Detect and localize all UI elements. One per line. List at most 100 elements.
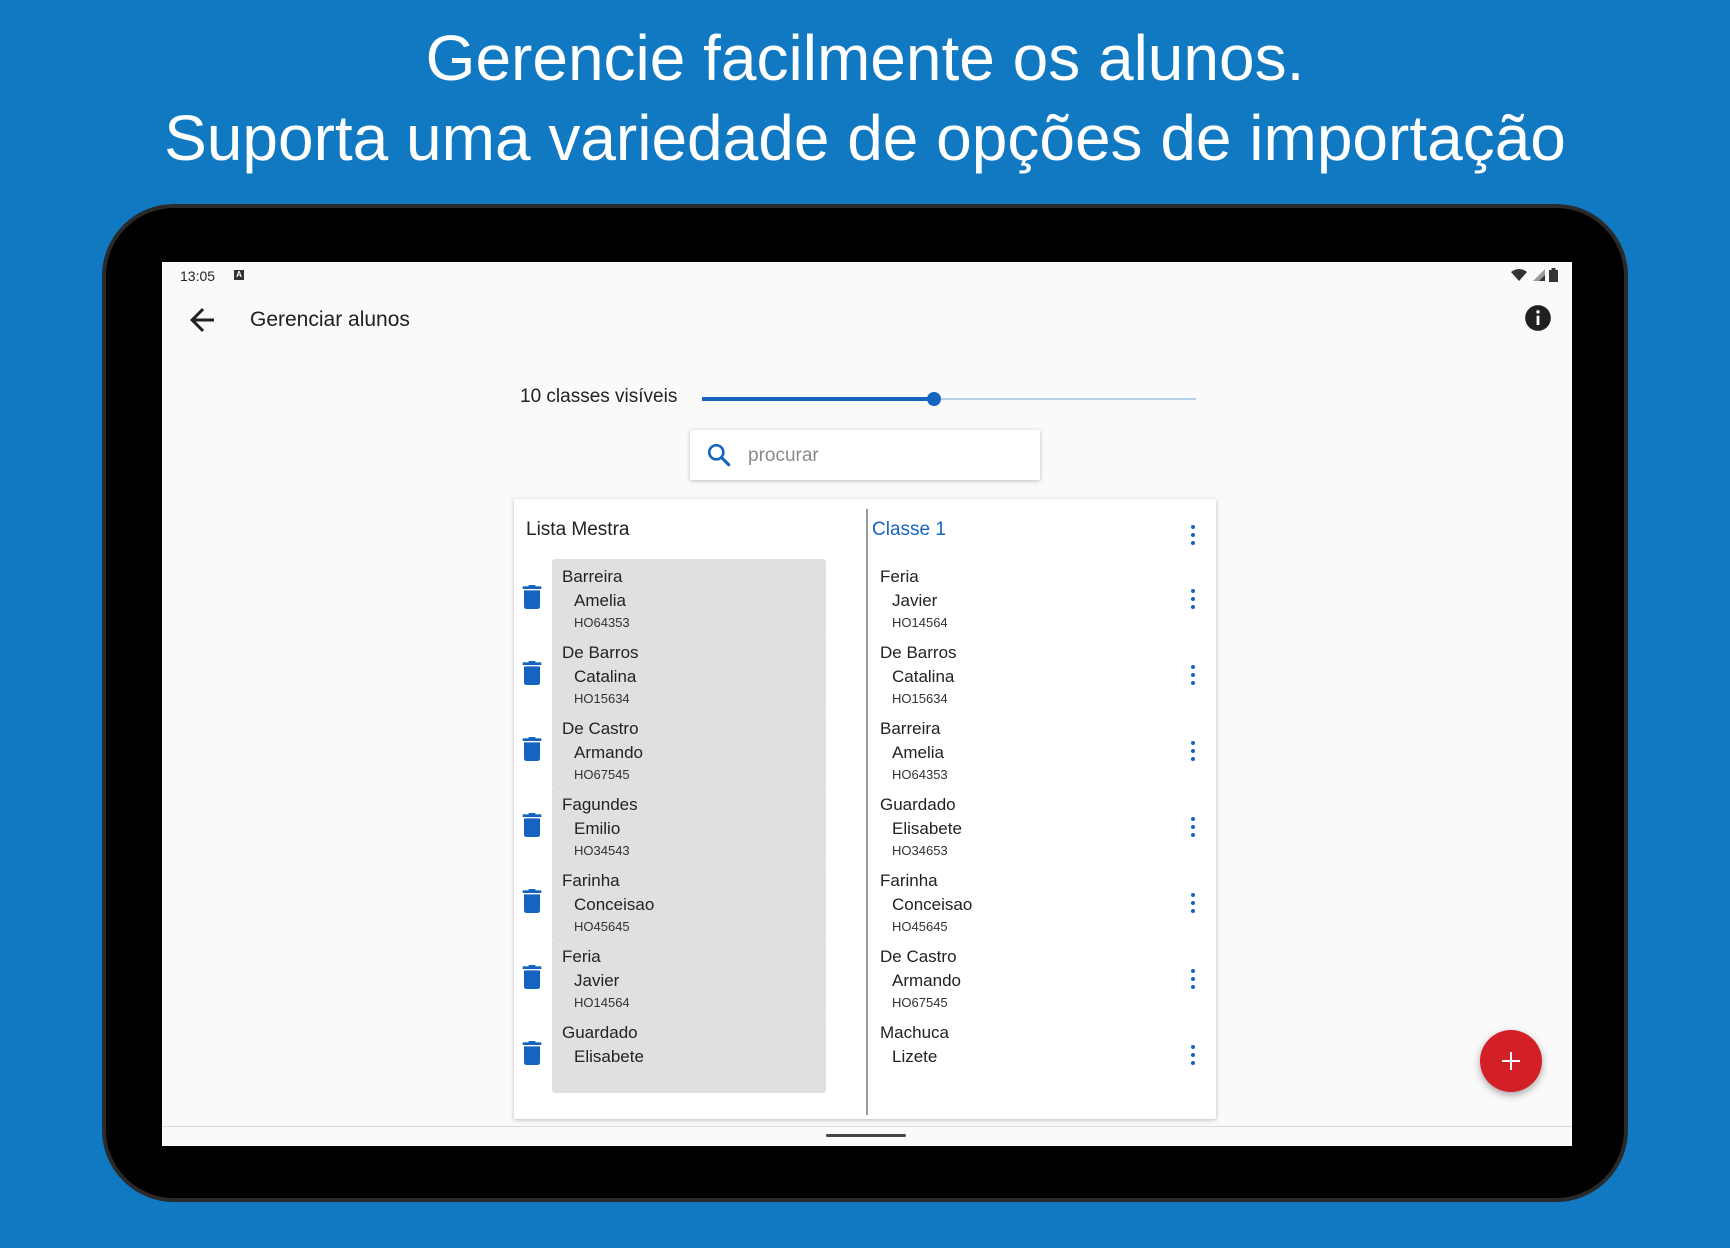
student-last-name: Fagundes [562,795,638,814]
list-item[interactable]: Machuca Lizete [870,1015,1216,1095]
master-student-card[interactable]: De Barros Catalina HO15634 [552,635,826,713]
headline-line-2: Suporta uma variedade de opções de impor… [164,102,1566,174]
student-first-name: Elisabete [574,1047,644,1066]
student-last-name: Guardado [880,795,956,814]
plus-icon [1510,1052,1512,1070]
more-vert-icon[interactable] [1186,663,1200,687]
students-card: Lista Mestra Classe 1 Barreira Amelia HO… [514,499,1216,1119]
master-student-card[interactable]: Feria Javier HO14564 [552,939,826,1017]
student-first-name: Armando [574,743,643,762]
list-item[interactable]: Guardado Elisabete HO34653 [870,787,1216,867]
student-first-name: Amelia [892,743,944,762]
more-vert-icon[interactable] [1186,891,1200,915]
student-first-name: Javier [574,971,620,990]
student-id: HO14564 [892,615,948,630]
trash-icon[interactable] [522,965,542,989]
slider-label: 10 classes visíveis [520,386,678,407]
student-first-name: Conceisao [574,895,655,914]
master-student-card[interactable]: De Castro Armando HO67545 [552,711,826,789]
arrow-left-icon[interactable] [184,302,220,338]
notification-icon: A [234,270,244,280]
list-item: De Barros Catalina HO15634 [514,635,864,715]
trash-icon[interactable] [522,661,542,685]
more-vert-icon[interactable] [1186,523,1200,547]
more-vert-icon[interactable] [1186,1043,1200,1067]
student-first-name: Javier [892,591,938,610]
trash-icon[interactable] [522,889,542,913]
student-last-name: Farinha [880,871,938,890]
status-time: 13:05 [180,268,216,284]
student-id: HO45645 [574,919,630,934]
add-student-button[interactable] [1480,1030,1542,1092]
student-last-name: De Barros [562,643,639,662]
student-id: HO45645 [892,919,948,934]
battery-icon [1549,268,1558,282]
trash-icon[interactable] [522,585,542,609]
headline: Gerencie facilmente os alunos. Suporta u… [0,18,1730,178]
student-id: HO15634 [574,691,630,706]
more-vert-icon[interactable] [1186,815,1200,839]
student-last-name: Barreira [562,567,623,586]
master-student-card[interactable]: Fagundes Emilio HO34543 [552,787,826,865]
master-student-card[interactable]: Guardado Elisabete [552,1015,826,1093]
list-item[interactable]: Barreira Amelia HO64353 [870,711,1216,791]
student-first-name: Catalina [892,667,955,686]
class-title[interactable]: Classe 1 [872,519,946,541]
list-item[interactable]: De Barros Catalina HO15634 [870,635,1216,715]
list-item[interactable]: De Castro Armando HO67545 [870,939,1216,1019]
student-last-name: Machuca [880,1023,949,1042]
column-divider [866,509,868,1115]
app-screen: 13:05 A Gerenciar alunos 10 classes visí… [162,262,1572,1146]
gesture-handle[interactable] [826,1134,906,1137]
student-id: HO67545 [574,767,630,782]
list-item: De Castro Armando HO67545 [514,711,864,791]
slider-thumb[interactable] [927,392,942,406]
student-last-name: De Castro [562,719,639,738]
list-item: Feria Javier HO14564 [514,939,864,1019]
more-vert-icon[interactable] [1186,587,1200,611]
list-item[interactable]: Farinha Conceisao HO45645 [870,863,1216,943]
list-item: Fagundes Emilio HO34543 [514,787,864,867]
student-first-name: Elisabete [892,819,962,838]
trash-icon[interactable] [522,813,542,837]
search-icon [707,443,731,467]
app-toolbar: Gerenciar alunos [162,288,1572,358]
master-student-card[interactable]: Farinha Conceisao HO45645 [552,863,826,941]
more-vert-icon[interactable] [1186,967,1200,991]
student-last-name: De Castro [880,947,957,966]
info-icon[interactable] [1524,304,1552,332]
student-id: HO34543 [574,843,630,858]
slider-track[interactable] [702,392,1196,406]
list-item: Farinha Conceisao HO45645 [514,863,864,943]
student-last-name: De Barros [880,643,957,662]
student-last-name: Barreira [880,719,941,738]
status-bar: 13:05 A [162,262,1572,288]
trash-icon[interactable] [522,1041,542,1065]
list-item[interactable]: Feria Javier HO14564 [870,559,1216,639]
master-list: Barreira Amelia HO64353 De Barros Catali… [514,559,864,1119]
navigation-bar-divider [162,1126,1572,1127]
student-last-name: Feria [880,567,919,586]
search-input[interactable] [746,440,1030,472]
student-first-name: Catalina [574,667,637,686]
list-item: Barreira Amelia HO64353 [514,559,864,639]
student-id: HO15634 [892,691,948,706]
student-id: HO34653 [892,843,948,858]
student-first-name: Armando [892,971,961,990]
student-last-name: Farinha [562,871,620,890]
student-last-name: Guardado [562,1023,638,1042]
list-item: Guardado Elisabete [514,1015,864,1095]
student-id: HO64353 [892,767,948,782]
master-list-title: Lista Mestra [526,519,630,540]
status-icons [1511,268,1558,282]
signal-icon [1533,269,1545,281]
page-title: Gerenciar alunos [250,308,410,331]
more-vert-icon[interactable] [1186,739,1200,763]
student-first-name: Amelia [574,591,626,610]
visible-classes-slider-row: 10 classes visíveis [520,378,1200,418]
student-id: HO14564 [574,995,630,1010]
master-student-card[interactable]: Barreira Amelia HO64353 [552,559,826,637]
wifi-icon [1511,269,1527,281]
trash-icon[interactable] [522,737,542,761]
student-first-name: Conceisao [892,895,973,914]
